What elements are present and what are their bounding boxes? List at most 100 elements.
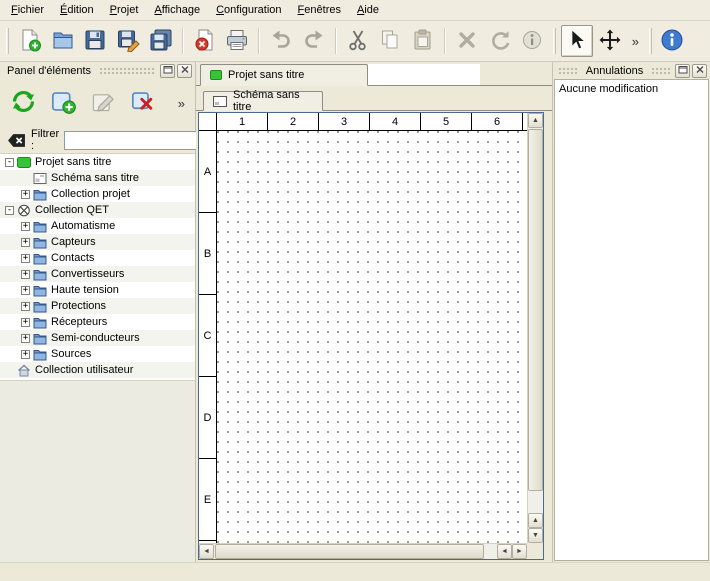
scroll-up-button[interactable]: ▲ bbox=[528, 113, 543, 128]
horizontal-scroll-track[interactable] bbox=[214, 544, 497, 559]
undo-button[interactable] bbox=[265, 25, 297, 57]
tree-item-semi-conducteurs[interactable]: + Semi-conducteurs bbox=[0, 330, 195, 346]
expand-toggle[interactable]: + bbox=[21, 286, 30, 295]
tree-item-recepteurs[interactable]: + Récepteurs bbox=[0, 314, 195, 330]
toolbar-separator bbox=[335, 28, 337, 54]
toolbar-separator bbox=[258, 28, 260, 54]
scroll-left-button[interactable]: ◄ bbox=[497, 544, 512, 559]
save-as-button[interactable] bbox=[112, 25, 144, 57]
open-file-button[interactable] bbox=[47, 25, 79, 57]
toolbar-handle[interactable] bbox=[649, 28, 652, 54]
filter-input[interactable] bbox=[64, 131, 214, 150]
tree-item-projet-sans-titre[interactable]: - Projet sans titre bbox=[0, 154, 195, 170]
new-element-button[interactable] bbox=[46, 86, 80, 120]
horizontal-scroll-thumb[interactable] bbox=[215, 544, 484, 559]
tree-item-collection-projet[interactable]: + Collection projet bbox=[0, 186, 195, 202]
scroll-up-button[interactable]: ▲ bbox=[528, 513, 543, 528]
tree-item-haute-tension[interactable]: + Haute tension bbox=[0, 282, 195, 298]
menu-fichier[interactable]: Fichier bbox=[3, 1, 52, 19]
menu-edition[interactable]: Édition bbox=[52, 1, 102, 19]
diagram-grid[interactable] bbox=[217, 131, 527, 543]
menu-configuration[interactable]: Configuration bbox=[208, 1, 289, 19]
close-file-icon bbox=[193, 28, 217, 55]
menu-projet[interactable]: Projet bbox=[102, 1, 147, 19]
edit-element-button[interactable] bbox=[86, 86, 120, 120]
move-mode-button[interactable] bbox=[594, 25, 626, 57]
tab-projet-sans-titre[interactable]: Projet sans titre bbox=[200, 64, 368, 86]
tree-item-contacts[interactable]: + Contacts bbox=[0, 250, 195, 266]
dock-drag-handle[interactable] bbox=[651, 67, 671, 74]
tree-item-collection-utilisateur[interactable]: Collection utilisateur bbox=[0, 362, 195, 378]
redo-button[interactable] bbox=[298, 25, 330, 57]
scroll-down-button[interactable]: ▼ bbox=[528, 528, 543, 543]
dock-drag-handle[interactable] bbox=[99, 67, 156, 74]
tree-item-label: Haute tension bbox=[51, 284, 119, 296]
tree-item-protections[interactable]: + Protections bbox=[0, 298, 195, 314]
delete-element-button[interactable] bbox=[126, 86, 160, 120]
schema-icon bbox=[33, 172, 48, 185]
tree-item-collection-qet[interactable]: - Collection QET bbox=[0, 202, 195, 218]
expand-toggle[interactable]: + bbox=[21, 334, 30, 343]
horizontal-scrollbar[interactable]: ◄ ◄ ► bbox=[199, 543, 527, 559]
about-button[interactable] bbox=[656, 25, 688, 57]
tree-item-automatisme[interactable]: + Automatisme bbox=[0, 218, 195, 234]
tree-item-schema-sans-titre[interactable]: Schéma sans titre bbox=[0, 170, 195, 186]
rotate-arrow-icon bbox=[488, 28, 512, 55]
diagram-view[interactable]: 1 2 3 4 5 6 A B C D E ▲ bbox=[198, 112, 544, 560]
delete-button[interactable] bbox=[451, 25, 483, 57]
expand-toggle[interactable]: + bbox=[21, 270, 30, 279]
undo-history-list[interactable]: Aucune modification bbox=[554, 79, 709, 561]
panel-toolbar-overflow-button[interactable]: » bbox=[174, 96, 189, 111]
vertical-scroll-thumb[interactable] bbox=[528, 129, 543, 491]
toolbar-handle[interactable] bbox=[553, 28, 556, 54]
tree-item-label: Contacts bbox=[51, 252, 94, 264]
scroll-left-button[interactable]: ◄ bbox=[199, 544, 214, 559]
row-label: B bbox=[199, 213, 216, 295]
vertical-scrollbar[interactable]: ▲ ▲ ▼ bbox=[527, 113, 543, 543]
float-window-icon bbox=[163, 65, 173, 77]
expand-toggle[interactable]: + bbox=[21, 302, 30, 311]
tree-item-capteurs[interactable]: + Capteurs bbox=[0, 234, 195, 250]
expand-toggle[interactable]: + bbox=[21, 350, 30, 359]
clipboard-icon bbox=[411, 28, 435, 55]
scroll-right-button[interactable]: ► bbox=[512, 544, 527, 559]
menu-fenetres[interactable]: Fenêtres bbox=[290, 1, 349, 19]
expand-toggle[interactable]: + bbox=[21, 318, 30, 327]
reload-collections-button[interactable] bbox=[6, 86, 40, 120]
element-info-button[interactable] bbox=[517, 25, 549, 57]
expand-toggle[interactable]: + bbox=[21, 238, 30, 247]
new-file-button[interactable] bbox=[14, 25, 46, 57]
expand-toggle[interactable]: - bbox=[5, 158, 14, 167]
tree-item-convertisseurs[interactable]: + Convertisseurs bbox=[0, 266, 195, 282]
print-button[interactable] bbox=[222, 25, 254, 57]
vertical-scroll-track[interactable] bbox=[528, 128, 543, 513]
elements-panel-titlebar: Panel d'éléments bbox=[0, 62, 195, 79]
save-button[interactable] bbox=[80, 25, 112, 57]
paste-button[interactable] bbox=[407, 25, 439, 57]
toolbar-handle[interactable] bbox=[6, 28, 9, 54]
dock-drag-handle[interactable] bbox=[558, 67, 578, 74]
float-panel-button[interactable] bbox=[675, 64, 690, 78]
close-file-button[interactable] bbox=[189, 25, 221, 57]
expand-toggle[interactable]: + bbox=[21, 222, 30, 231]
tab-label: Schéma sans titre bbox=[233, 89, 313, 113]
cut-button[interactable] bbox=[342, 25, 374, 57]
expand-toggle[interactable]: - bbox=[5, 206, 14, 215]
menu-aide[interactable]: Aide bbox=[349, 1, 387, 19]
clear-filter-icon[interactable] bbox=[7, 133, 26, 148]
rotate-button[interactable] bbox=[484, 25, 516, 57]
tree-item-sources[interactable]: + Sources bbox=[0, 346, 195, 362]
diagram-canvas[interactable]: 1 2 3 4 5 6 A B C D E bbox=[199, 113, 527, 543]
expand-toggle[interactable]: + bbox=[21, 254, 30, 263]
tab-schema-sans-titre[interactable]: Schéma sans titre bbox=[203, 91, 323, 111]
toolbar-overflow-button[interactable]: » bbox=[627, 34, 644, 49]
close-panel-button[interactable] bbox=[177, 64, 192, 78]
expand-toggle[interactable]: + bbox=[21, 190, 30, 199]
menu-affichage[interactable]: Affichage bbox=[146, 1, 208, 19]
copy-button[interactable] bbox=[375, 25, 407, 57]
float-panel-button[interactable] bbox=[160, 64, 175, 78]
panel-empty-area bbox=[0, 380, 195, 562]
selection-mode-button[interactable] bbox=[561, 25, 593, 57]
save-all-button[interactable] bbox=[145, 25, 177, 57]
close-panel-button[interactable] bbox=[692, 64, 707, 78]
